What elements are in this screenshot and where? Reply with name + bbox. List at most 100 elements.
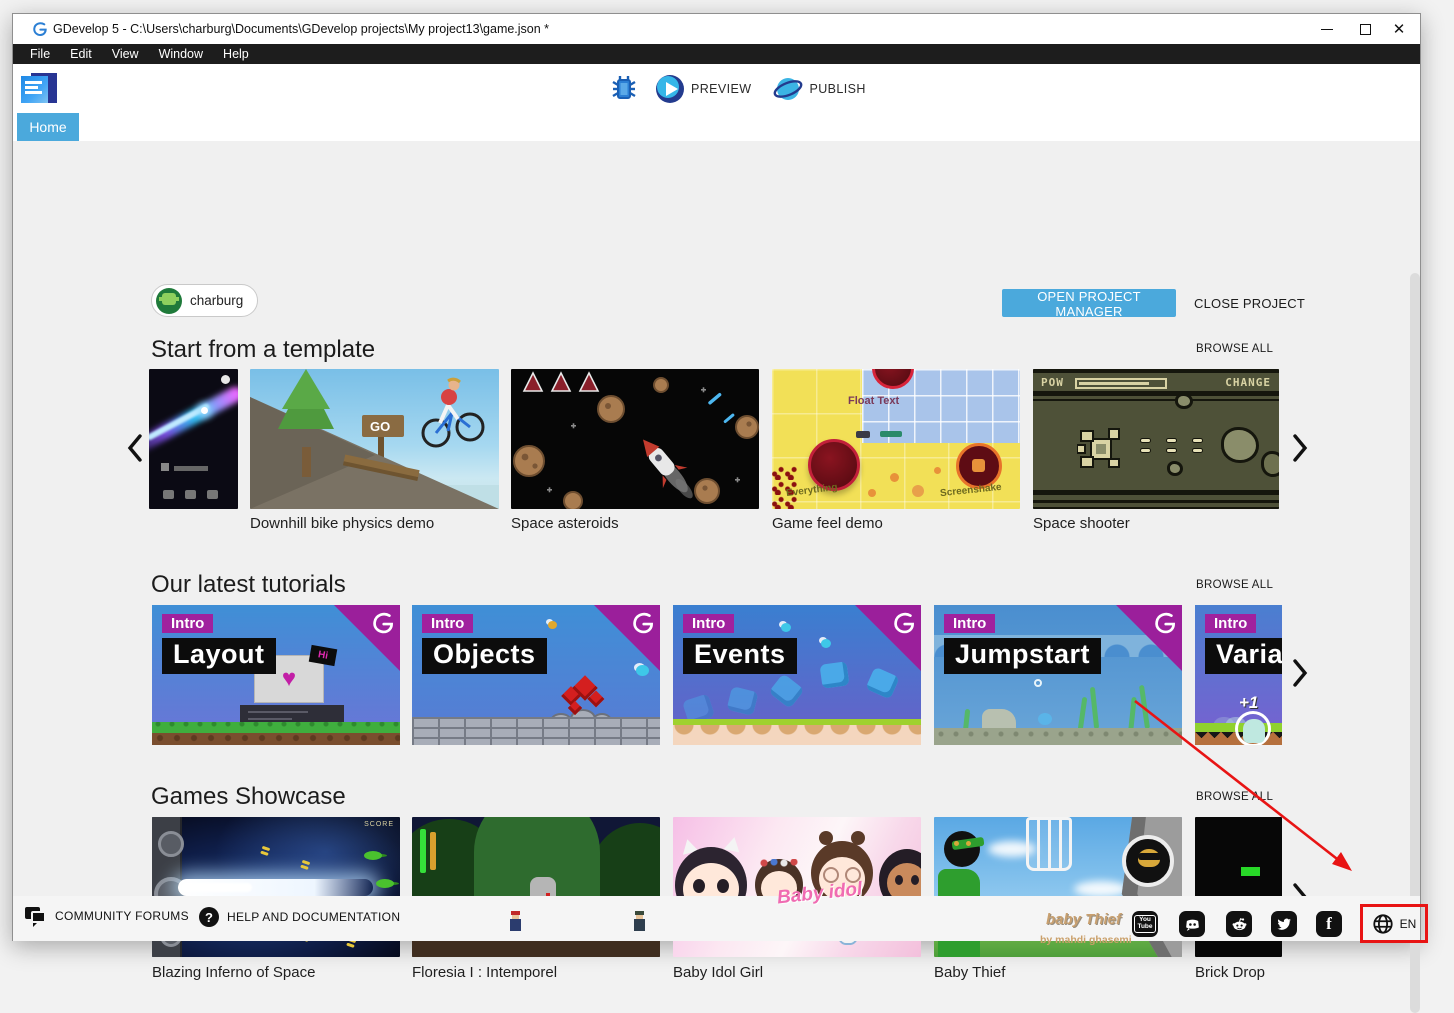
globe-icon	[1372, 913, 1394, 935]
template-label-downhill[interactable]: Downhill bike physics demo	[250, 515, 434, 532]
section-title-showcase: Games Showcase	[151, 783, 346, 811]
publish-planet-icon[interactable]	[773, 74, 803, 104]
score-text: SCORE	[364, 821, 394, 828]
user-chip[interactable]: charburg	[151, 284, 258, 317]
babythief-title-art: baby Thief	[1046, 911, 1121, 928]
minimize-icon	[1321, 29, 1333, 30]
menu-file[interactable]: File	[21, 45, 59, 63]
carousel-right-arrow-templates[interactable]	[1289, 433, 1311, 463]
close-button[interactable]: ✕	[1382, 14, 1416, 44]
plus-one-text: +1	[1239, 693, 1258, 713]
shooter-ship	[1077, 427, 1125, 471]
maximize-icon	[1360, 24, 1371, 35]
community-forums-link[interactable]: COMMUNITY FORUMS	[25, 907, 189, 925]
preview-play-icon[interactable]	[655, 74, 685, 104]
babythief-credit-art: by mahdi ghasemi	[1040, 934, 1132, 946]
showcase-label-babythief[interactable]: Baby Thief	[934, 964, 1005, 981]
tutorial-title-layout: Layout	[162, 638, 276, 674]
menu-help[interactable]: Help	[214, 45, 258, 63]
footer: COMMUNITY FORUMS ? HELP AND DOCUMENTATIO…	[13, 896, 1420, 941]
project-manager-button[interactable]	[21, 73, 59, 105]
section-title-tutorials: Our latest tutorials	[151, 571, 346, 599]
showcase-label-babyidol[interactable]: Baby Idol Girl	[673, 964, 763, 981]
facebook-link[interactable]: f	[1316, 911, 1342, 937]
intro-badge: Intro	[422, 614, 473, 633]
help-documentation-link[interactable]: ? HELP AND DOCUMENTATION	[199, 907, 400, 927]
carousel-right-arrow-tutorials[interactable]	[1289, 658, 1311, 688]
youtube-link[interactable]: YouTube	[1132, 911, 1158, 937]
tutorial-card-events[interactable]: Intro Events	[673, 605, 921, 745]
preview-button[interactable]: PREVIEW	[691, 82, 751, 96]
info-icon	[221, 375, 230, 384]
tutorial-title-objects: Objects	[422, 638, 547, 674]
template-card-downhill[interactable]: GO	[250, 369, 499, 509]
publish-button[interactable]: PUBLISH	[809, 82, 865, 96]
browse-all-tutorials[interactable]: BROWSE ALL	[1196, 579, 1273, 591]
tutorial-card-variables[interactable]: Intro Variab +1	[1195, 605, 1282, 745]
discord-icon	[1184, 916, 1201, 933]
intro-badge: Intro	[1205, 614, 1256, 633]
template-card-particle-demo[interactable]	[149, 369, 238, 509]
help-question-icon: ?	[199, 907, 219, 927]
showcase-label-blazing[interactable]: Blazing Inferno of Space	[152, 964, 315, 981]
shooter-power-bar	[1075, 378, 1167, 389]
title-bar[interactable]: GDevelop 5 - C:\Users\charburg\Documents…	[13, 14, 1420, 44]
template-label-shooter[interactable]: Space shooter	[1033, 515, 1130, 532]
section-title-templates: Start from a template	[151, 336, 375, 364]
tutorial-card-objects[interactable]: Intro Objects	[412, 605, 660, 745]
template-card-game-feel[interactable]: Float Text Everything Screenshake	[772, 369, 1020, 509]
reddit-icon	[1231, 916, 1248, 933]
gdevelop-g-icon	[368, 610, 395, 637]
home-content: charburg OPEN PROJECT MANAGER CLOSE PROJ…	[13, 141, 1420, 896]
reddit-link[interactable]	[1226, 911, 1252, 937]
showcase-label-brickdrop[interactable]: Brick Drop	[1195, 964, 1265, 981]
toolbar: PREVIEW PUBLISH	[13, 64, 1420, 113]
heart-shape: ♥	[282, 667, 296, 691]
open-project-manager-button[interactable]: OPEN PROJECT MANAGER	[1002, 289, 1176, 317]
menu-edit[interactable]: Edit	[61, 45, 101, 63]
intro-badge: Intro	[683, 614, 734, 633]
avatar	[156, 288, 182, 314]
intro-badge: Intro	[162, 614, 213, 633]
intro-badge: Intro	[944, 614, 995, 633]
gdevelop-logo-icon	[31, 21, 47, 37]
template-card-space-asteroids[interactable]	[511, 369, 759, 509]
chat-bubbles-icon	[25, 907, 47, 925]
menu-window[interactable]: Window	[150, 45, 212, 63]
facebook-icon: f	[1326, 914, 1332, 934]
template-label-gamefeel[interactable]: Game feel demo	[772, 515, 883, 532]
gdevelop-g-icon	[628, 610, 655, 637]
go-sign-text: GO	[370, 419, 390, 434]
menu-bar: File Edit View Window Help	[13, 44, 1420, 64]
tutorial-card-layout[interactable]: Intro Layout ♥ Hi	[152, 605, 400, 745]
twitter-icon	[1276, 916, 1293, 933]
language-selector[interactable]: EN	[1360, 904, 1428, 943]
downhill-art	[250, 369, 499, 509]
menu-view[interactable]: View	[103, 45, 148, 63]
gamefeel-float-text: Float Text	[848, 395, 899, 407]
tutorial-card-jumpstart[interactable]: Intro Jumpstart	[934, 605, 1182, 745]
tutorial-title-variables: Variab	[1205, 638, 1282, 674]
asteroids-art	[511, 369, 759, 509]
template-label-asteroids[interactable]: Space asteroids	[511, 515, 619, 532]
close-icon: ✕	[1393, 22, 1406, 37]
gdevelop-g-icon	[889, 610, 916, 637]
tab-home[interactable]: Home	[17, 113, 79, 141]
browse-all-showcase[interactable]: BROWSE ALL	[1196, 791, 1273, 803]
browse-all-templates[interactable]: BROWSE ALL	[1196, 343, 1273, 355]
debug-icon[interactable]	[609, 74, 639, 104]
tutorial-title-events: Events	[683, 638, 797, 674]
twitter-link[interactable]	[1271, 911, 1297, 937]
showcase-label-floresia[interactable]: Floresia I : Intemporel	[412, 964, 557, 981]
gdevelop-g-icon	[1150, 610, 1177, 637]
maximize-button[interactable]	[1348, 14, 1382, 44]
template-card-space-shooter[interactable]: POW CHANGE	[1033, 369, 1279, 509]
discord-link[interactable]	[1179, 911, 1205, 937]
window-title: GDevelop 5 - C:\Users\charburg\Documents…	[53, 22, 549, 36]
language-code: EN	[1400, 917, 1417, 931]
youtube-icon: YouTube	[1134, 915, 1155, 933]
close-project-button[interactable]: CLOSE PROJECT	[1184, 289, 1315, 317]
minimize-button[interactable]	[1310, 14, 1344, 44]
carousel-left-arrow-templates[interactable]	[124, 433, 146, 463]
app-window: GDevelop 5 - C:\Users\charburg\Documents…	[12, 13, 1421, 941]
